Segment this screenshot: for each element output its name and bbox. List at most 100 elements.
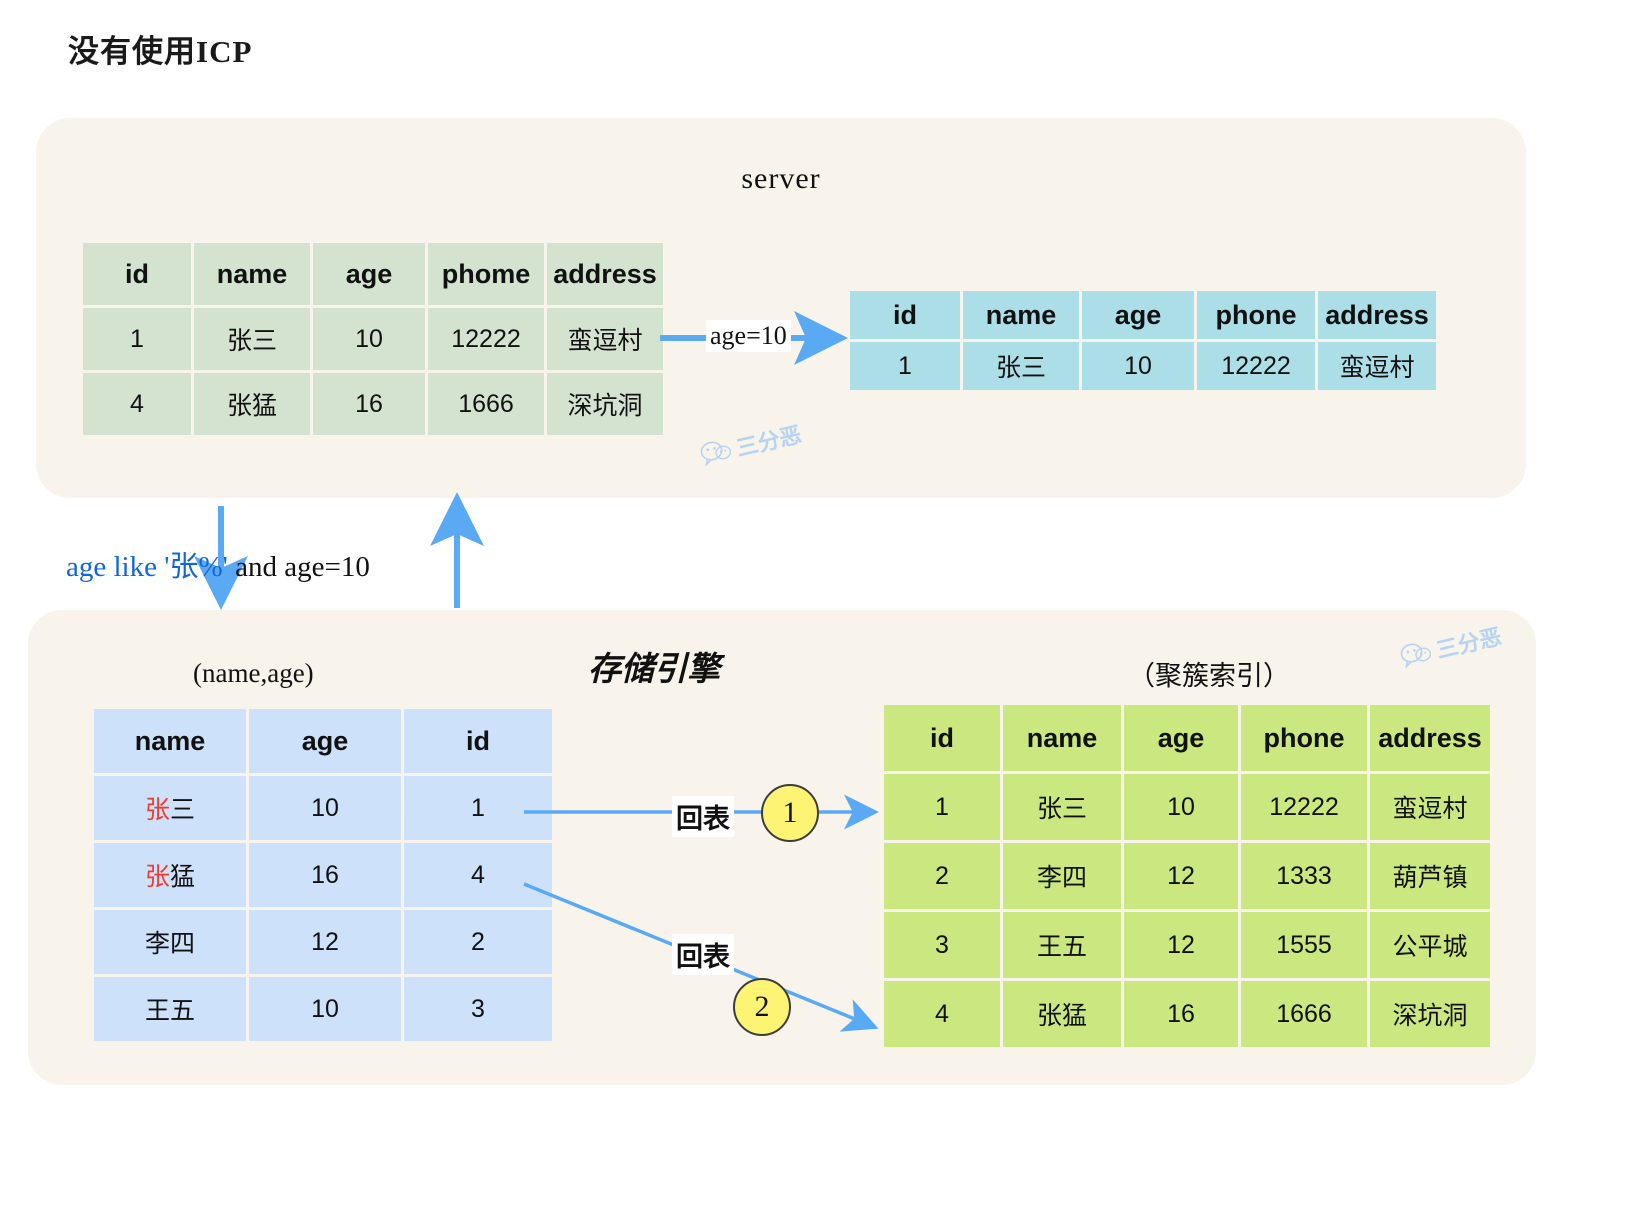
table-row: 3 王五 12 1555 公平城 [884,912,1490,978]
cell-phone: 1666 [1241,981,1367,1047]
cell-name: 张猛 [94,843,246,907]
cell-age: 10 [1082,342,1194,390]
cell-age: 10 [1124,774,1238,840]
query-condition-black: and age=10 [227,551,370,583]
cell-name: 李四 [94,910,246,974]
cell-id: 1 [83,308,191,370]
cell-address: 公平城 [1370,912,1490,978]
column-header-address: address [1318,291,1436,339]
cell-phone: 12222 [1197,342,1315,390]
cell-address: 蛮逗村 [547,308,663,370]
column-header-phone: phone [1197,291,1315,339]
cell-address: 蛮逗村 [1318,342,1436,390]
server-table: id name age phome address 1 张三 10 12222 … [80,240,666,438]
cell-id: 3 [884,912,1000,978]
column-header-name: name [963,291,1079,339]
column-header-id: id [850,291,960,339]
cell-age: 10 [313,308,425,370]
name-prefix-highlight: 张 [144,863,170,891]
cell-id: 1 [884,774,1000,840]
column-header-age: age [1082,291,1194,339]
cell-name: 王五 [94,977,246,1041]
column-header-phome: phome [428,243,544,305]
cell-age: 12 [249,910,401,974]
table-header-row: name age id [94,709,552,773]
cell-id: 4 [884,981,1000,1047]
storage-engine-title: 存储引擎 [588,652,720,688]
cell-id: 3 [404,977,552,1041]
name-rest: 李四 [144,930,195,958]
cell-address: 深坑洞 [547,373,663,435]
page-title: 没有使用ICP [68,34,253,69]
table-header-row: id name age phome address [83,243,663,305]
column-header-id: id [884,705,1000,771]
edge-label-lookup-2: 回表 [672,934,734,975]
secondary-index-table: name age id 张三 10 1 张猛 16 4 李四 12 2 王五 1… [91,706,555,1044]
column-header-age: age [313,243,425,305]
cell-address: 蛮逗村 [1370,774,1490,840]
cell-name: 张三 [1003,774,1121,840]
name-rest: 猛 [170,863,196,891]
cell-id: 1 [850,342,960,390]
edge-label-age-filter: age=10 [706,320,791,352]
column-header-address: address [1370,705,1490,771]
cell-id: 1 [404,776,552,840]
cell-name: 李四 [1003,843,1121,909]
cell-id: 2 [884,843,1000,909]
table-row: 2 李四 12 1333 葫芦镇 [884,843,1490,909]
cell-age: 10 [249,977,401,1041]
clustered-index-caption: （聚簇索引） [1128,661,1290,691]
table-row: 李四 12 2 [94,910,552,974]
name-rest: 三 [170,796,196,824]
cell-age: 12 [1124,843,1238,909]
name-rest: 王五 [144,997,195,1025]
table-header-row: id name age phone address [884,705,1490,771]
table-row: 张猛 16 4 [94,843,552,907]
column-header-address: address [547,243,663,305]
cell-age: 16 [249,843,401,907]
cell-age: 16 [313,373,425,435]
table-header-row: id name age phone address [850,291,1436,339]
cell-name: 王五 [1003,912,1121,978]
cell-id: 2 [404,910,552,974]
cell-name: 张三 [194,308,310,370]
cell-phone: 12222 [1241,774,1367,840]
cell-name: 张猛 [1003,981,1121,1047]
column-header-age: age [249,709,401,773]
clustered-index-table: id name age phone address 1 张三 10 12222 … [881,702,1493,1050]
table-row: 4 张猛 16 1666 深坑洞 [884,981,1490,1047]
table-row: 1 张三 10 12222 蛮逗村 [850,342,1436,390]
cell-name: 张猛 [194,373,310,435]
query-condition-blue: age like '张%' [66,551,228,583]
cell-phone: 1333 [1241,843,1367,909]
cell-age: 16 [1124,981,1238,1047]
table-row: 1 张三 10 12222 蛮逗村 [83,308,663,370]
server-panel-title: server [741,162,821,195]
column-header-age: age [1124,705,1238,771]
wechat-icon [700,441,732,467]
column-header-name: name [194,243,310,305]
cell-phome: 1666 [428,373,544,435]
step-badge-1: 1 [761,784,819,842]
step-badge-2: 2 [733,978,791,1036]
query-condition-label: age like '张%' and age=10 [66,543,370,585]
cell-address: 葫芦镇 [1370,843,1490,909]
cell-age: 12 [1124,912,1238,978]
cell-phone: 1555 [1241,912,1367,978]
table-row: 1 张三 10 12222 蛮逗村 [884,774,1490,840]
table-row: 张三 10 1 [94,776,552,840]
column-header-name: name [1003,705,1121,771]
column-header-id: id [83,243,191,305]
cell-phome: 12222 [428,308,544,370]
edge-label-lookup-1: 回表 [672,796,734,837]
wechat-icon [1400,643,1432,669]
secondary-index-caption: (name,age) [193,658,314,688]
cell-address: 深坑洞 [1370,981,1490,1047]
column-header-name: name [94,709,246,773]
table-row: 4 张猛 16 1666 深坑洞 [83,373,663,435]
server-result-table: id name age phone address 1 张三 10 12222 … [847,288,1439,393]
column-header-phone: phone [1241,705,1367,771]
cell-id: 4 [404,843,552,907]
cell-id: 4 [83,373,191,435]
name-prefix-highlight: 张 [144,796,170,824]
